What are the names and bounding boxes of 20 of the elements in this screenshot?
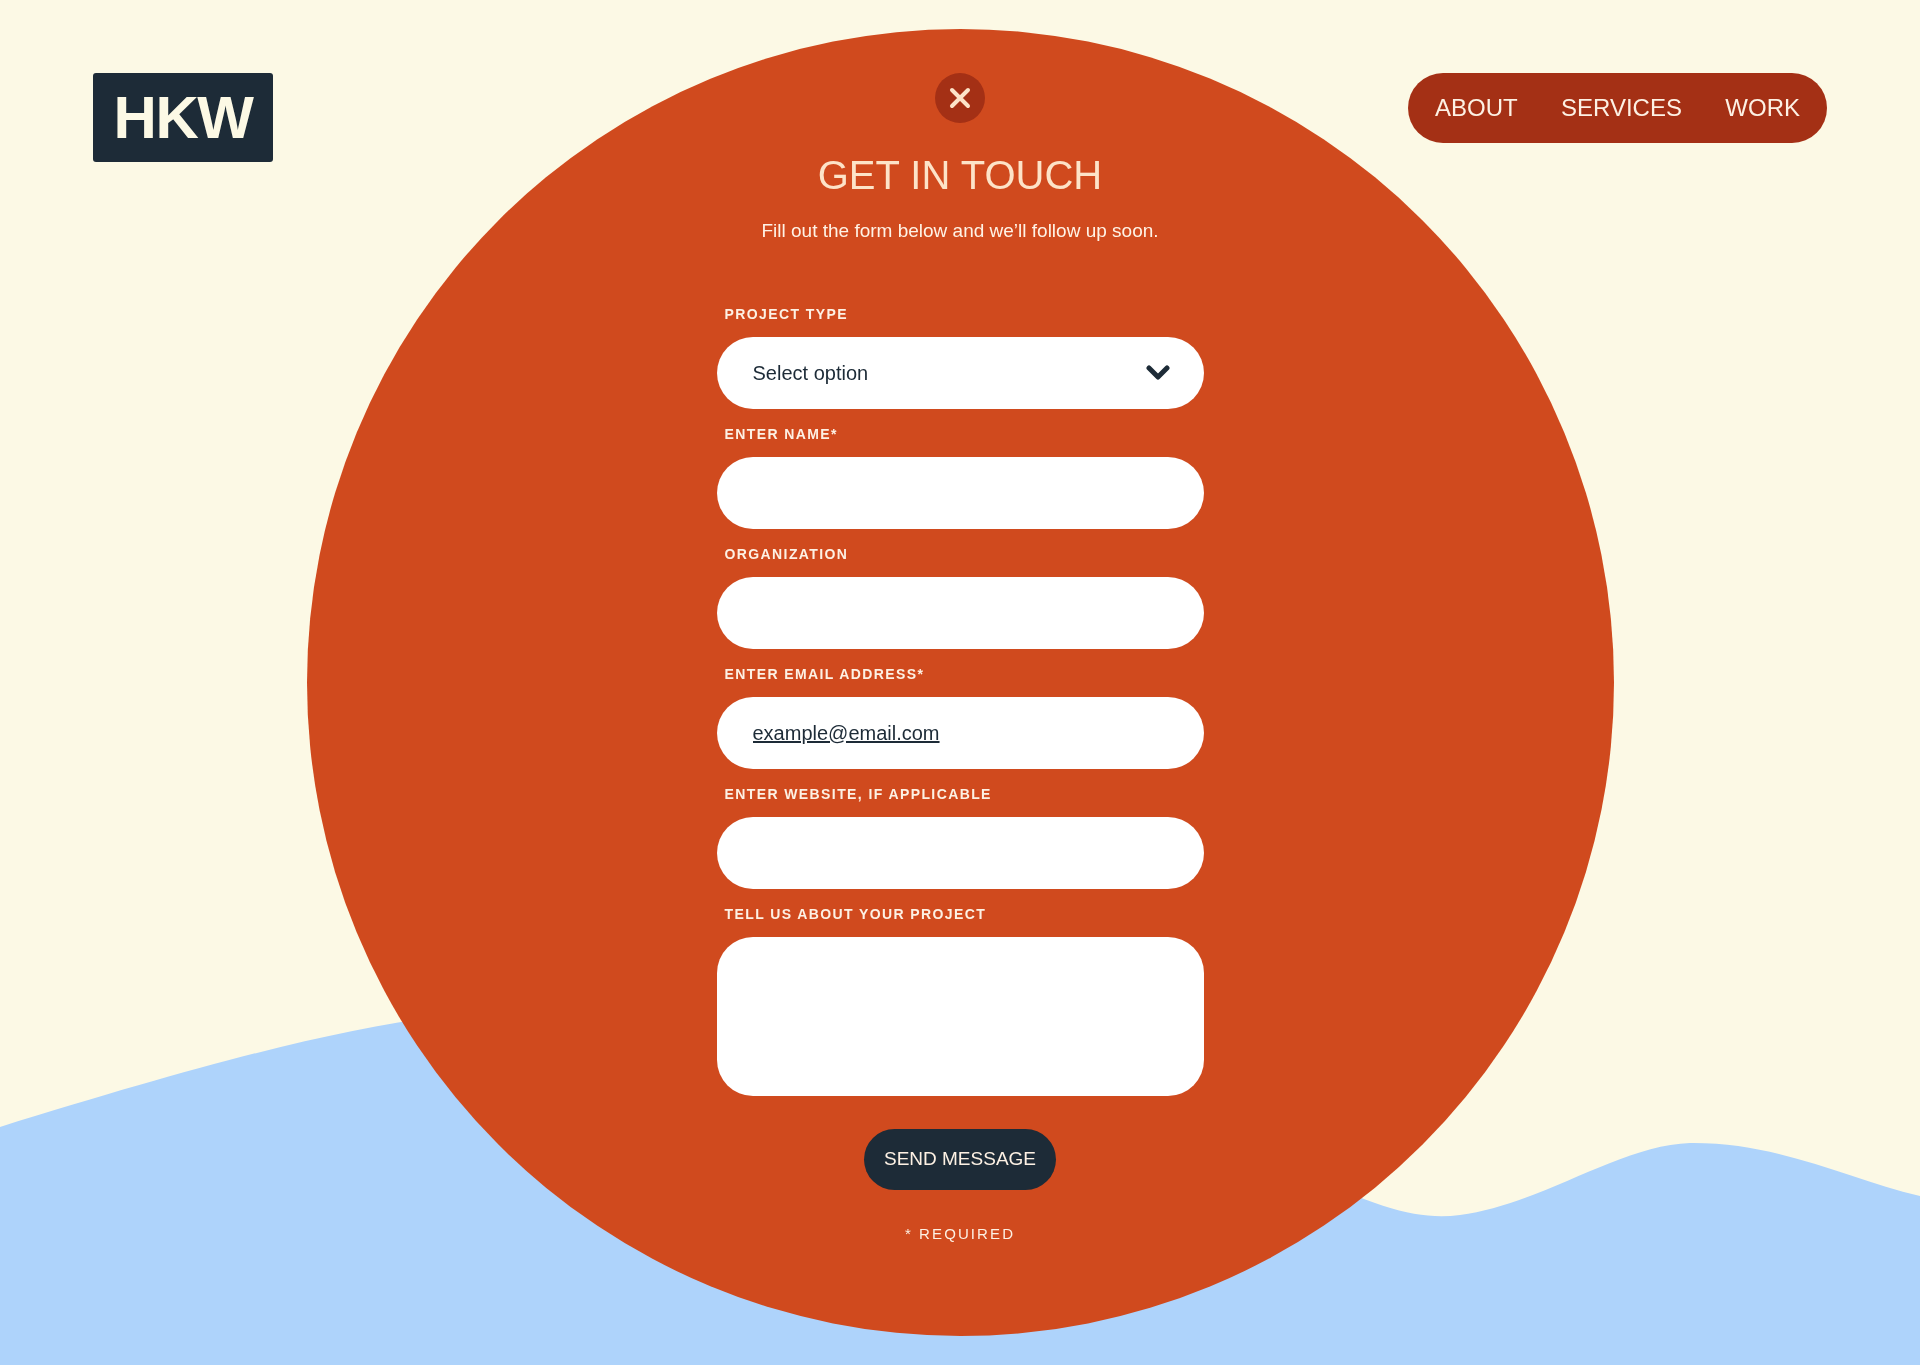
chevron-down-icon: [1145, 365, 1170, 381]
close-icon: [949, 87, 971, 109]
field-label: PROJECT TYPE: [723, 305, 849, 323]
field-label: ORGANIZATION: [723, 545, 850, 563]
nav-link[interactable]: WORK: [1725, 96, 1800, 120]
field-label: ENTER WEBSITE, IF APPLICABLE: [723, 785, 993, 803]
dialog-title: GET IN TOUCH: [817, 155, 1103, 195]
required-note: * REQUIRED: [904, 1225, 1016, 1243]
logo[interactable]: HKW: [93, 73, 273, 162]
nav-link[interactable]: SERVICES: [1561, 96, 1682, 120]
dialog-subtitle: Fill out the form below and we’ll follow up soon.: [761, 219, 1159, 243]
close-button[interactable]: [935, 73, 985, 123]
input-field[interactable]: example@email.com: [716, 697, 1204, 769]
select-field[interactable]: Select option: [716, 337, 1204, 409]
field-label: TELL US ABOUT YOUR PROJECT: [723, 905, 988, 923]
field-label: ENTER NAME*: [723, 425, 839, 443]
nav-link[interactable]: ABOUT: [1435, 96, 1518, 120]
field-label: ENTER EMAIL ADDRESS*: [723, 665, 926, 683]
textarea-field[interactable]: [716, 937, 1204, 1096]
send-message-button[interactable]: SEND MESSAGE: [863, 1129, 1056, 1190]
